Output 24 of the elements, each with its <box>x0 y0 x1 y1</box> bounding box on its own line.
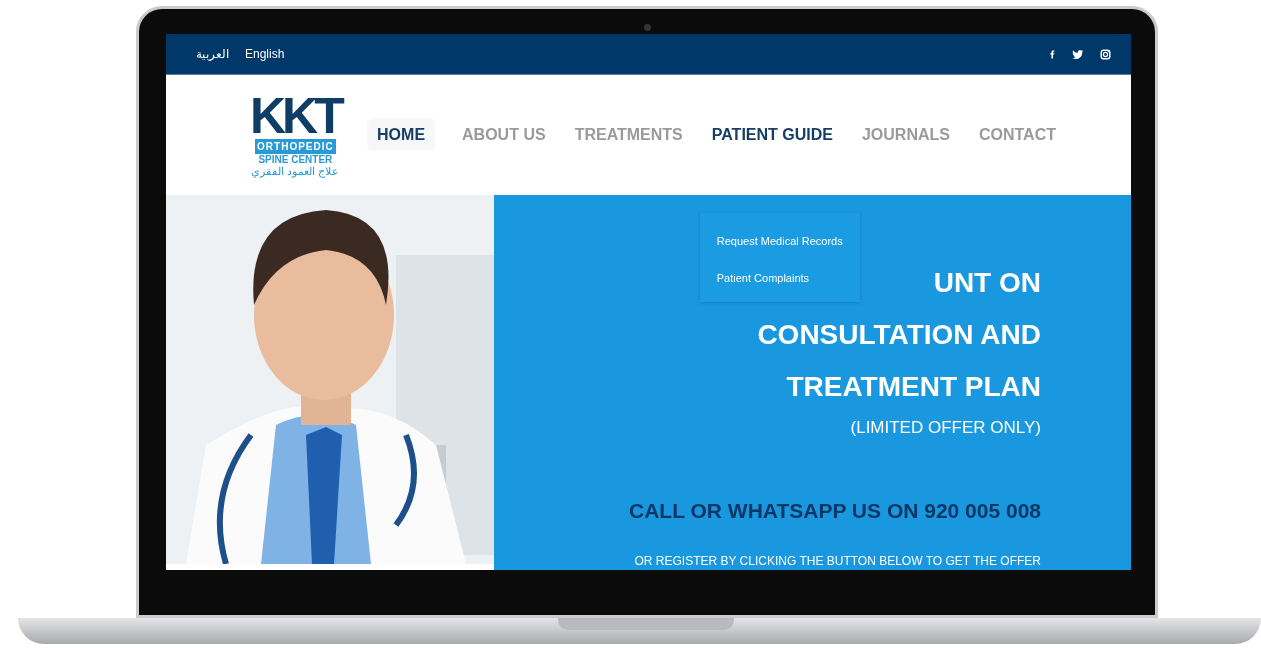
nav-link[interactable]: CONTACT <box>978 120 1056 150</box>
register-text: OR REGISTER BY CLICKING THE BUTTON BELOW TO GET THE OFFER <box>633 553 1041 570</box>
nav-link[interactable]: HOME <box>369 120 434 150</box>
nav-link[interactable]: TREATMENTS <box>574 120 683 150</box>
facebook-icon[interactable] <box>1048 49 1056 60</box>
language-link[interactable]: English <box>245 45 285 64</box>
dropdown-item[interactable]: Request Medical Records <box>699 223 860 260</box>
call-text: CALL OR WHATSAPP US ON 920 005 008 <box>628 497 1041 524</box>
nav-link[interactable]: JOURNALS <box>861 120 950 150</box>
language-link[interactable]: العربية <box>196 45 229 64</box>
logo-subtitle: SPINE CENTER <box>258 153 333 165</box>
headline: TREATMENT PLAN <box>786 370 1041 404</box>
offer-note: (LIMITED OFFER ONLY) <box>849 417 1041 439</box>
camera-dot <box>644 24 651 31</box>
nav-link[interactable]: ABOUT US <box>462 120 546 150</box>
camera-icon[interactable] <box>1100 47 1111 61</box>
headline: UNT ON <box>933 266 1041 300</box>
nav-link[interactable]: PATIENT GUIDE <box>711 120 833 150</box>
headline: CONSULTATION AND <box>757 318 1041 352</box>
logo-band: ORTHOPEDIC <box>255 138 336 154</box>
dropdown-item[interactable]: Patient Complaints <box>699 259 860 297</box>
bird-icon[interactable] <box>1072 47 1084 62</box>
logo-wordmark: KKT <box>250 93 341 139</box>
logo-arabic-text: علاج العمود الفقري <box>251 164 340 177</box>
